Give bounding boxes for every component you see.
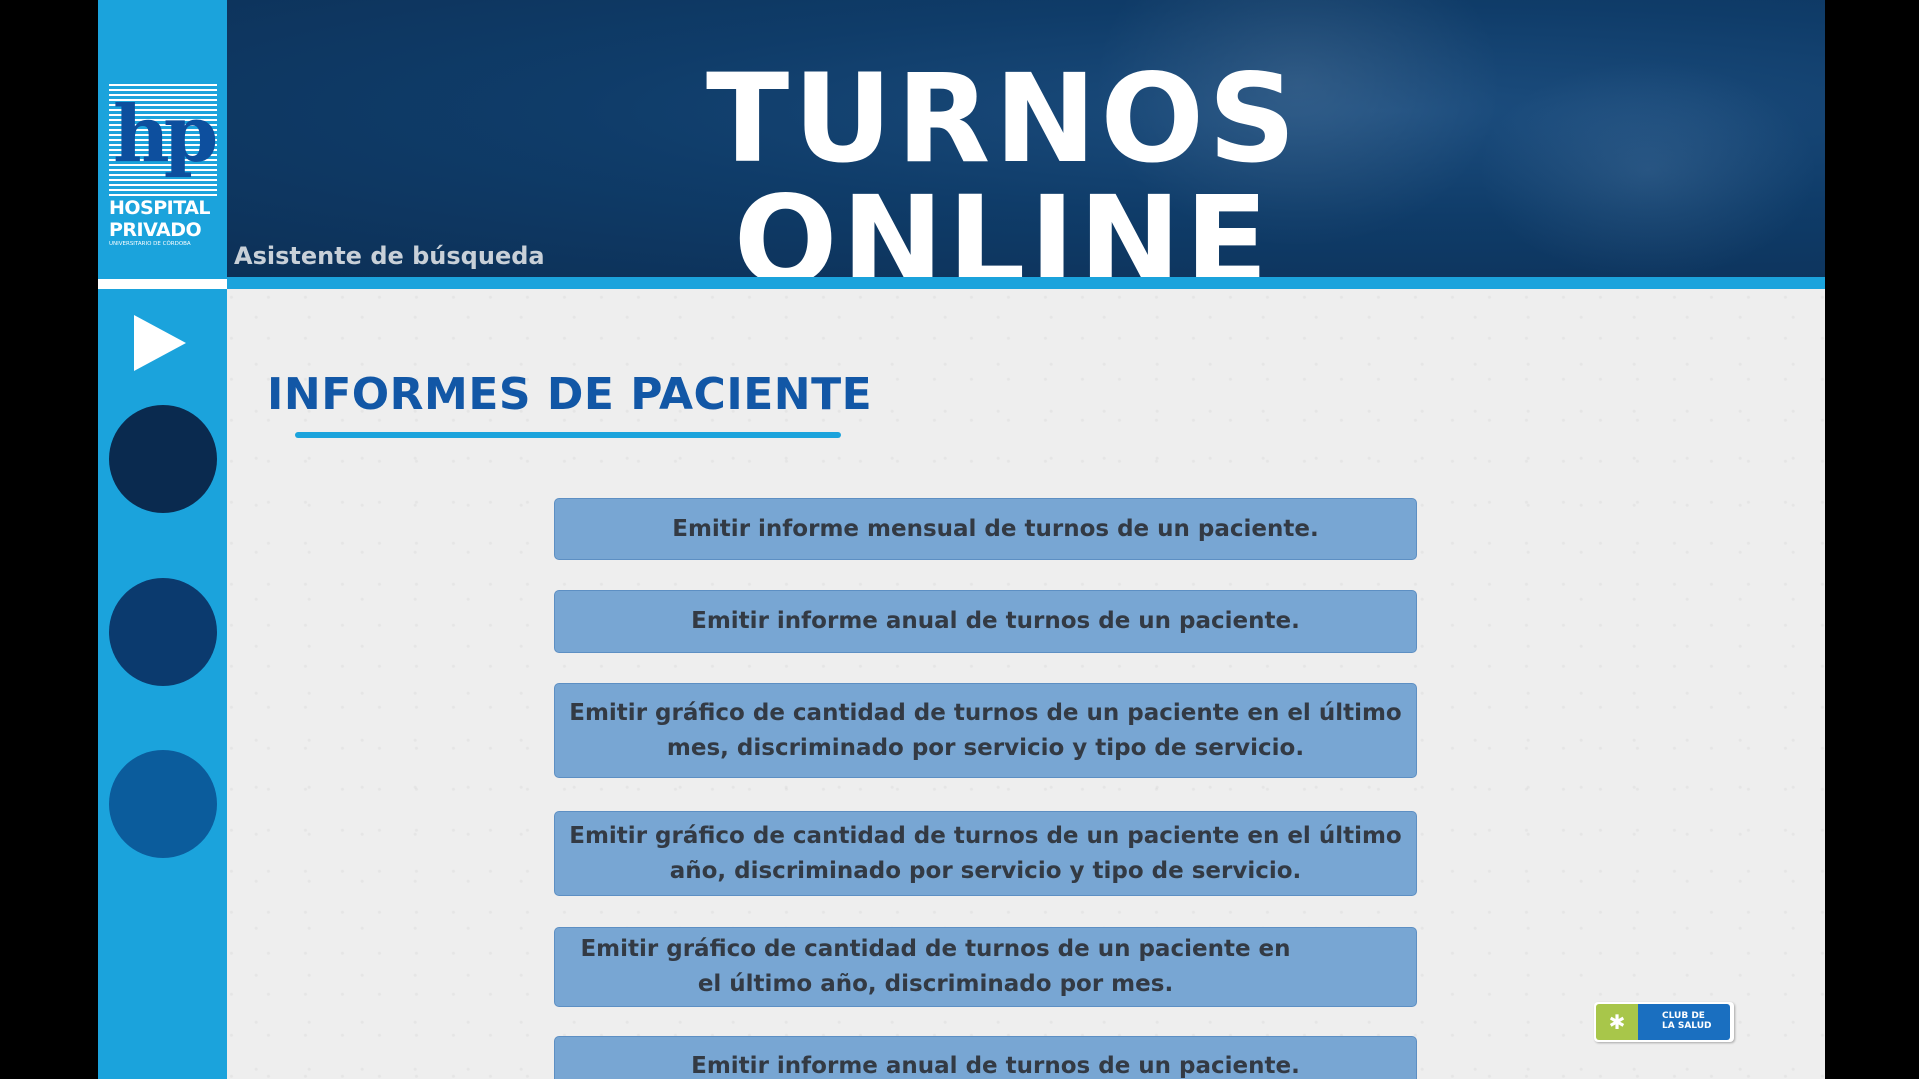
nav-circle-3[interactable]	[109, 750, 217, 858]
option-annual-by-month-chart-button[interactable]: Emitir gráfico de cantidad de turnos de …	[554, 927, 1417, 1007]
logo-name-line2: PRIVADO	[109, 219, 202, 241]
option-monthly-chart-button[interactable]: Emitir gráfico de cantidad de turnos de …	[554, 683, 1417, 778]
person-icon: ✱	[1608, 1010, 1626, 1034]
nav-circle-1[interactable]	[109, 405, 217, 513]
option-annual-chart-button[interactable]: Emitir gráfico de cantidad de turnos de …	[554, 811, 1417, 896]
section-title: INFORMES DE PACIENTE	[267, 369, 873, 420]
page-title: TURNOS ONLINE	[706, 48, 1300, 277]
option-monthly-report-button[interactable]: Emitir informe mensual de turnos de un p…	[554, 498, 1417, 560]
page-subtitle: Asistente de búsqueda	[234, 242, 545, 270]
logo-monogram: hp	[113, 89, 218, 180]
hospital-logo: hp HOSPITAL PRIVADO UNIVERSITARIO DE CÓR…	[109, 84, 218, 248]
logo-stripes: hp	[109, 84, 218, 196]
logo-tagline: UNIVERSITARIO DE CÓRDOBA	[109, 241, 191, 247]
club-badge-label: CLUB DE LA SALUD	[1638, 1004, 1730, 1040]
app-page: TURNOS ONLINE Asistente de búsqueda hp H…	[98, 0, 1825, 1079]
play-icon[interactable]	[134, 315, 186, 371]
nav-circle-2[interactable]	[109, 578, 217, 686]
club-de-la-salud-badge[interactable]: ✱ CLUB DE LA SALUD	[1594, 1002, 1734, 1042]
club-leaf-icon: ✱	[1596, 1004, 1638, 1040]
option-annual-report-button-2[interactable]: Emitir informe anual de turnos de un pac…	[554, 1036, 1417, 1079]
section-title-underline	[295, 432, 841, 438]
header-banner: TURNOS ONLINE Asistente de búsqueda	[98, 0, 1825, 277]
option-annual-report-button[interactable]: Emitir informe anual de turnos de un pac…	[554, 590, 1417, 653]
logo-name-line1: HOSPITAL	[109, 197, 211, 219]
main-content: INFORMES DE PACIENTE Emitir informe mens…	[227, 289, 1825, 1079]
sidebar-logo-area: hp HOSPITAL PRIVADO UNIVERSITARIO DE CÓR…	[98, 0, 227, 279]
sidebar-divider	[98, 279, 227, 289]
header-accent-stripe	[227, 277, 1825, 289]
